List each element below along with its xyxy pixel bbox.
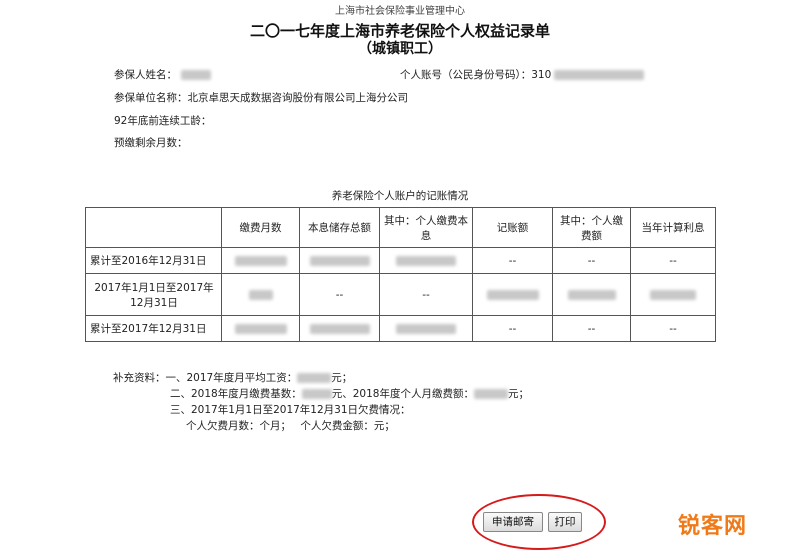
arrears-months-unit: 个月； xyxy=(259,420,292,432)
contribution-base-label: 二、2018年度月缴费基数： xyxy=(170,388,302,400)
remaining-months-label: 预缴剩余月数： xyxy=(114,137,188,149)
employer-row: 参保单位名称：北京卓思天成数据咨询股份有限公司上海分公司 xyxy=(114,90,408,105)
table-cell xyxy=(221,247,300,274)
apply-mail-button[interactable]: 申请邮寄 xyxy=(483,512,543,532)
account-number-label: 个人账号（公民身份号码）： xyxy=(400,69,532,81)
table-row: 累计至2016年12月31日 -- -- -- xyxy=(85,247,716,274)
redacted-value xyxy=(309,255,370,266)
table-cell xyxy=(552,273,631,316)
header-cell: 其中：个人缴费额 xyxy=(552,207,631,248)
row-label: 累计至2016年12月31日 xyxy=(85,247,222,274)
table-cell: -- xyxy=(379,273,473,316)
table-cell: -- xyxy=(299,273,380,316)
table-cell xyxy=(221,315,300,342)
seniority-label: 92年底前连续工龄： xyxy=(114,115,212,127)
supplement-label: 补充资料： xyxy=(113,372,166,384)
redacted-value xyxy=(486,289,539,300)
table-row: 2017年1月1日至2017年12月31日 -- -- xyxy=(85,273,716,316)
insured-name-redacted xyxy=(181,70,211,80)
redacted-value xyxy=(567,289,616,300)
table-caption: 养老保险个人账户的记账情况 xyxy=(331,190,469,202)
redacted-value xyxy=(309,323,370,334)
header-cell xyxy=(85,207,222,248)
table-cell: -- xyxy=(552,315,631,342)
avg-wage-label: 一、2017年度月平均工资： xyxy=(165,372,298,384)
header-organization: 上海市社会保险事业管理中心 xyxy=(335,6,465,17)
page-subtitle: （城镇职工） xyxy=(358,41,442,57)
monthly-payment-unit: 元； xyxy=(507,388,529,400)
arrears-months-label: 个人欠费月数： xyxy=(186,420,260,432)
supplement-line-3: 三、2017年1月1日至2017年12月31日欠费情况： xyxy=(170,404,411,416)
arrears-amount-unit: 元； xyxy=(373,420,395,432)
header-cell: 其中：个人缴费本息 xyxy=(379,207,473,248)
table-cell xyxy=(299,315,380,342)
table-row: 累计至2017年12月31日 -- -- -- xyxy=(85,315,716,342)
supplement-line-4: 个人欠费月数：个月； 个人欠费金额：元； xyxy=(186,418,395,433)
avg-wage-unit: 元； xyxy=(331,372,353,384)
insured-name-row: 参保人姓名： xyxy=(114,67,211,82)
contribution-base-redacted xyxy=(301,389,332,399)
table-cell xyxy=(299,247,380,274)
redacted-value xyxy=(234,323,287,334)
table-cell: -- xyxy=(472,315,553,342)
redacted-value xyxy=(234,255,287,266)
supplement-line-1: 补充资料：一、2017年度月平均工资： 元； xyxy=(113,370,352,385)
table-cell xyxy=(379,247,473,274)
table-cell: -- xyxy=(630,315,716,342)
watermark-logo: 锐客网 xyxy=(678,514,748,539)
print-button[interactable]: 打印 xyxy=(548,512,582,532)
insured-name-label: 参保人姓名： xyxy=(114,69,177,81)
monthly-payment-label: 元、2018年度个人月缴费额： xyxy=(331,388,474,400)
table-cell: -- xyxy=(472,247,553,274)
account-number-redacted xyxy=(554,70,645,80)
employer-label: 参保单位名称： xyxy=(114,92,188,104)
table-header-row: 缴费月数 本息储存总额 其中：个人缴费本息 记账额 其中：个人缴费额 当年计算利… xyxy=(85,207,716,248)
table-cell: -- xyxy=(630,247,716,274)
employer-value: 北京卓思天成数据咨询股份有限公司上海分公司 xyxy=(187,92,409,104)
redacted-value xyxy=(650,289,696,300)
table-cell xyxy=(379,315,473,342)
table-cell: -- xyxy=(552,247,631,274)
ledger-table: 缴费月数 本息储存总额 其中：个人缴费本息 记账额 其中：个人缴费额 当年计算利… xyxy=(85,207,716,342)
header-cell: 本息储存总额 xyxy=(299,207,380,248)
header-cell: 缴费月数 xyxy=(221,207,300,248)
redacted-value xyxy=(248,289,273,300)
table-cell xyxy=(630,273,716,316)
redacted-value xyxy=(396,323,456,334)
header-cell: 记账额 xyxy=(472,207,553,248)
table-cell xyxy=(221,273,300,316)
row-label: 2017年1月1日至2017年12月31日 xyxy=(85,273,222,316)
monthly-payment-redacted xyxy=(473,389,508,399)
arrears-amount-label: 个人欠费金额： xyxy=(300,420,374,432)
supplement-line-2: 二、2018年度月缴费基数： 元、2018年度个人月缴费额： 元； xyxy=(170,386,529,401)
account-number-row: 个人账号（公民身份号码）：310 xyxy=(400,67,645,82)
account-number-prefix: 310 xyxy=(531,69,552,81)
row-label: 累计至2017年12月31日 xyxy=(85,315,222,342)
table-cell xyxy=(472,273,553,316)
header-cell: 当年计算利息 xyxy=(630,207,716,248)
redacted-value xyxy=(396,255,456,266)
avg-wage-redacted xyxy=(297,373,332,383)
